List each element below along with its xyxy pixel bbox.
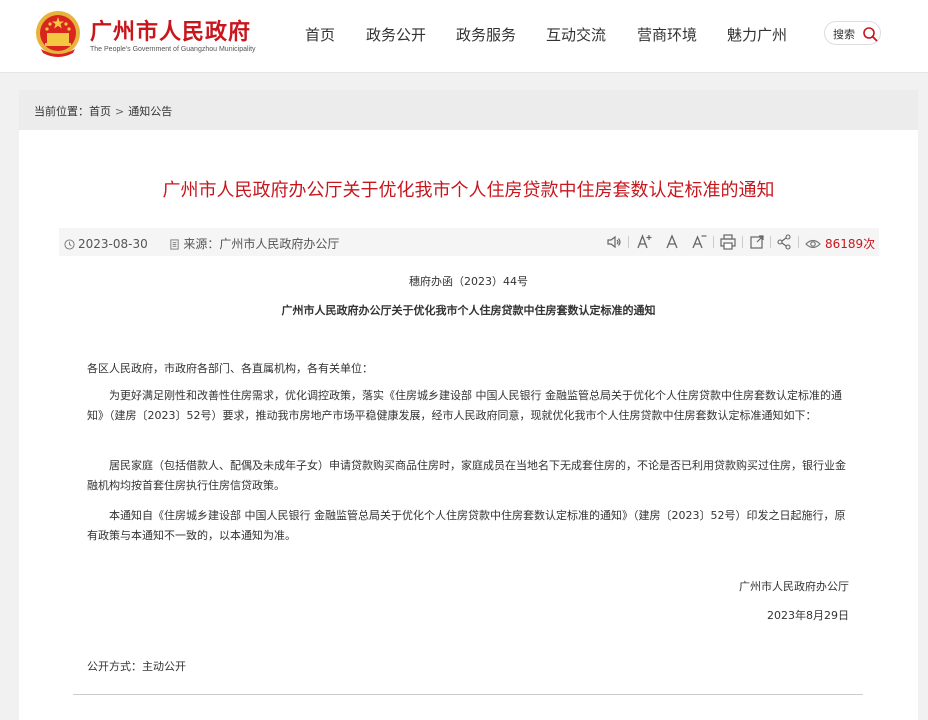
- toolbar-divider: [798, 236, 799, 248]
- body-paragraph: 本通知自《住房城乡建设部 中国人民银行 金融监管总局关于优化个人住房贷款中住房套…: [87, 509, 846, 542]
- signature: 广州市人民政府办公厅: [739, 580, 849, 593]
- document-icon: [170, 239, 180, 250]
- article-container: 当前位置：首页 > 通知公告 广州市人民政府办公厅关于优化我市个人住房贷款中住房套数…: [19, 90, 918, 720]
- signature-date: 2023年8月29日: [767, 609, 849, 622]
- document-number: 穗府办函（2023）44号: [409, 275, 528, 288]
- breadcrumb-notices[interactable]: 通知公告: [128, 105, 172, 118]
- nav-business-environment[interactable]: 营商环境: [637, 24, 697, 45]
- article-info-bar: 2023-08-30 来源：广州市人民政府办公厅 86189次: [59, 228, 879, 256]
- source-label: 来源：: [183, 237, 220, 251]
- nav-home[interactable]: 首页: [305, 24, 335, 45]
- nav-charming-guangzhou[interactable]: 魅力广州: [727, 24, 787, 45]
- document-title: 广州市人民政府办公厅关于优化我市个人住房贷款中住房套数认定标准的通知: [281, 304, 656, 317]
- publish-mode: 公开方式：主动公开: [87, 660, 186, 673]
- site-name[interactable]: 广州市人民政府: [90, 14, 251, 46]
- publish-date: 2023-08-30: [78, 237, 148, 251]
- bottom-divider: [73, 694, 863, 695]
- font-normal-icon[interactable]: [663, 233, 681, 251]
- breadcrumb-separator: >: [115, 105, 125, 118]
- breadcrumb-bar: 当前位置：首页 > 通知公告: [19, 90, 918, 130]
- article-meta: 2023-08-30 来源：广州市人民政府办公厅: [64, 235, 339, 252]
- breadcrumb-home[interactable]: 首页: [89, 105, 111, 118]
- speaker-icon[interactable]: [605, 233, 623, 251]
- article-source: 广州市人民政府办公厅: [219, 237, 340, 251]
- share-icon[interactable]: [775, 233, 793, 251]
- nav-government-services[interactable]: 政务服务: [456, 24, 516, 45]
- toolbar-divider: [742, 236, 743, 248]
- article-title: 广州市人民政府办公厅关于优化我市个人住房贷款中住房套数认定标准的通知: [162, 180, 775, 201]
- body-paragraph: 为更好满足刚性和改善性住房需求，优化调控政策，落实《住房城乡建设部 中国人民银行…: [87, 389, 842, 422]
- breadcrumb: 当前位置：首页 > 通知公告: [34, 103, 172, 119]
- font-smaller-icon[interactable]: [690, 233, 708, 251]
- site-header: 广州市人民政府 The People's Government of Guang…: [0, 0, 928, 73]
- share-external-icon[interactable]: [748, 233, 766, 251]
- eye-icon: [805, 239, 821, 249]
- nav-interaction[interactable]: 互动交流: [546, 24, 606, 45]
- view-count-value: 86189次: [825, 237, 876, 251]
- site-english-name: The People's Government of Guangzhou Mun…: [90, 46, 256, 53]
- salutation: 各区人民政府，市政府各部门、各直属机构，各有关单位：: [87, 362, 373, 375]
- font-larger-icon[interactable]: [635, 233, 653, 251]
- clock-icon: [64, 239, 75, 250]
- toolbar-divider: [628, 236, 629, 248]
- search-button[interactable]: 搜索: [824, 21, 881, 45]
- toolbar-divider: [770, 236, 771, 248]
- print-icon[interactable]: [719, 233, 737, 251]
- nav-government-affairs[interactable]: 政务公开: [366, 24, 426, 45]
- national-emblem-icon[interactable]: [33, 9, 83, 61]
- search-icon: [863, 27, 878, 42]
- body-paragraph: 居民家庭（包括借款人、配偶及未成年子女）申请贷款购买商品住房时，家庭成员在当地名…: [87, 459, 846, 492]
- toolbar-divider: [713, 236, 714, 248]
- breadcrumb-prefix: 当前位置：: [34, 105, 89, 118]
- view-count: 86189次: [805, 235, 875, 252]
- search-label: 搜索: [833, 28, 855, 41]
